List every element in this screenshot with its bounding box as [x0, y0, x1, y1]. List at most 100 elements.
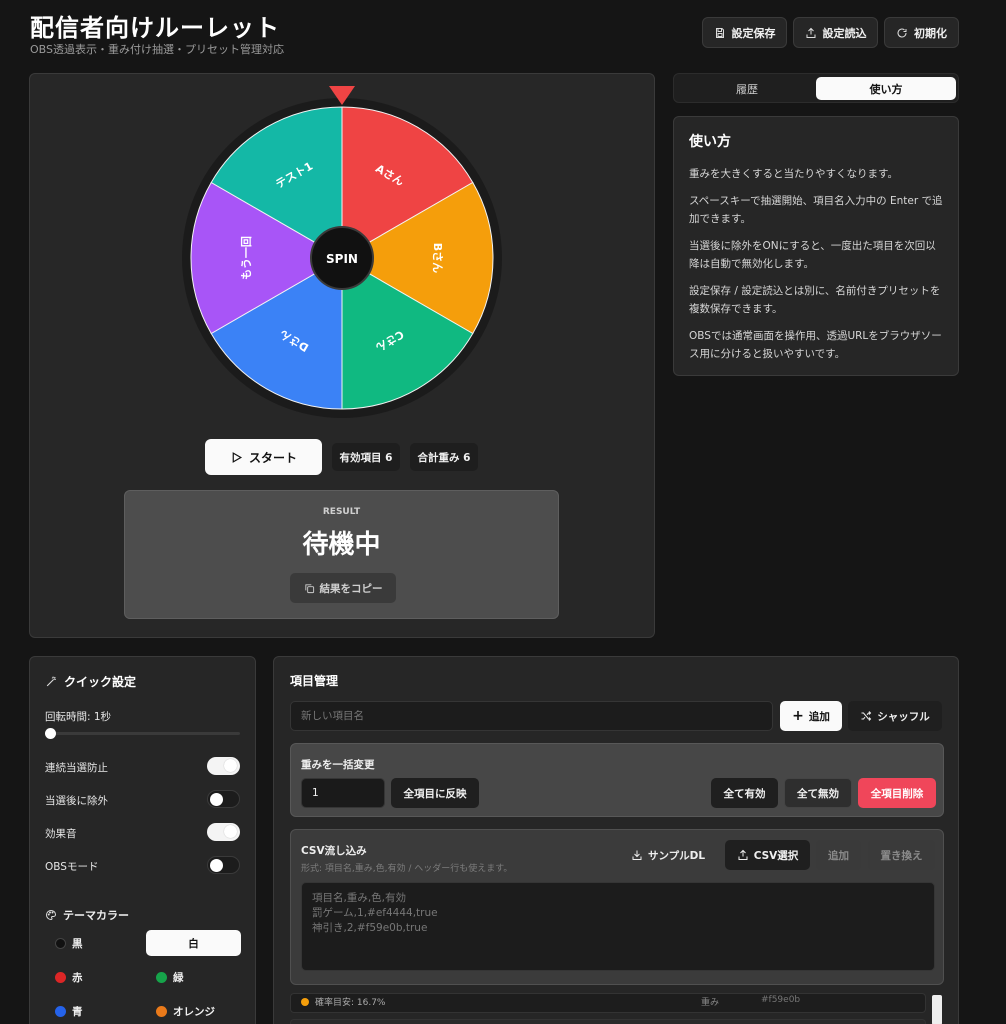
- theme-color-title-text: テーマカラー: [63, 909, 129, 922]
- theme-option-label: 白: [188, 937, 199, 950]
- howto-text-5: OBSでは通常画面を操作用、透過URLをブラウザソース用に分けると扱いやすいです…: [689, 330, 942, 360]
- quick-settings-title: クイック設定: [45, 673, 240, 690]
- wheel-segment-label: Bさん: [431, 243, 444, 273]
- theme-color-dot: [156, 1005, 167, 1017]
- theme-option-label: オレンジ: [173, 1005, 215, 1018]
- roulette-wheel[interactable]: AさんBさんCさんDさんもう一回テスト1 SPIN: [180, 84, 505, 419]
- theme-option[interactable]: 白: [146, 930, 241, 956]
- bulk-weight-title: 重みを一括変更: [301, 759, 375, 771]
- sample-download-label: サンプルDL: [647, 849, 706, 862]
- save-icon: [715, 27, 724, 38]
- tab-history[interactable]: 履歴: [677, 77, 817, 100]
- sound-effect-label: 効果音: [45, 828, 77, 840]
- sound-effect-toggle[interactable]: [207, 823, 240, 841]
- magic-wand-icon: [46, 676, 56, 687]
- tab-howto[interactable]: 使い方: [816, 77, 956, 100]
- total-weight-badge: 合計重み 6: [410, 443, 478, 471]
- play-icon: [232, 451, 243, 463]
- upload-icon: [738, 849, 748, 860]
- palette-icon: [46, 909, 57, 921]
- item-row-partial: 確率目安: 16.7% 重み #f59e0b: [290, 993, 926, 1013]
- spin-time-slider[interactable]: [45, 728, 240, 739]
- item-row-next: [290, 1019, 926, 1024]
- theme-color-dot: [156, 971, 167, 983]
- side-tabs: 履歴 使い方: [673, 73, 959, 103]
- theme-color-dot: [55, 937, 66, 949]
- new-item-input[interactable]: [290, 701, 773, 731]
- exclude-after-win-toggle[interactable]: [207, 790, 240, 808]
- item-management-panel: 項目管理 + 追加 シャッフル 重みを一括変更 全項目に反映 全て有効 全て無効…: [273, 656, 959, 1024]
- start-button[interactable]: スタート: [205, 439, 322, 475]
- page-title: 配信者向けルーレット: [30, 14, 280, 42]
- theme-option-label: 青: [72, 1005, 83, 1018]
- sample-download-button[interactable]: サンプルDL: [625, 840, 711, 870]
- apply-all-button[interactable]: 全項目に反映: [391, 778, 479, 808]
- save-settings-button[interactable]: 設定保存: [702, 17, 787, 48]
- enabled-count-badge: 有効項目 6: [332, 443, 400, 471]
- add-item-label: 追加: [808, 710, 830, 723]
- shuffle-icon: [861, 711, 872, 721]
- copy-result-label: 結果をコピー: [319, 582, 383, 595]
- csv-textarea[interactable]: [301, 882, 935, 971]
- theme-option[interactable]: 黒: [45, 930, 140, 956]
- howto-text-2: スペースキーで抽選開始、項目名入力中の Enter で追加できます。: [689, 195, 943, 225]
- quick-settings-panel: クイック設定 回転時間: 1秒 連続当選防止 当選後に除外 効果音 OBSモード…: [29, 656, 256, 1024]
- shuffle-label: シャッフル: [877, 710, 930, 723]
- plus-icon: +: [792, 708, 804, 724]
- start-label: スタート: [248, 450, 297, 465]
- wheel-segment-label: もう一回: [239, 236, 253, 280]
- theme-color-dot: [55, 1005, 66, 1017]
- howto-panel: 使い方 重みを大きくすると当たりやすくなります。 スペースキーで抽選開始、項目名…: [673, 116, 959, 376]
- howto-title: 使い方: [689, 134, 731, 150]
- copy-icon: [304, 583, 314, 593]
- theme-option-label: 緑: [173, 971, 184, 984]
- item-management-title: 項目管理: [290, 674, 339, 688]
- bulk-weight-input[interactable]: [301, 778, 385, 808]
- spin-time-slider-knob[interactable]: [45, 728, 56, 739]
- csv-title: CSV流し込み: [301, 845, 367, 857]
- item-weight-label: 重み: [701, 998, 720, 1008]
- copy-result-button[interactable]: 結果をコピー: [290, 573, 396, 603]
- csv-select-label: CSV選択: [753, 849, 799, 862]
- csv-select-button[interactable]: CSV選択: [725, 840, 810, 870]
- page-subtitle: OBS透過表示・重み付け抽選・プリセット管理対応: [30, 43, 284, 56]
- save-settings-label: 設定保存: [731, 26, 776, 40]
- howto-text-4: 設定保存 / 設定読込とは別に、名前付きプリセットを複数保存できます。: [689, 285, 941, 315]
- no-repeat-toggle[interactable]: [207, 757, 240, 775]
- shuffle-button[interactable]: シャッフル: [848, 701, 942, 731]
- load-settings-label: 設定読込: [822, 26, 867, 40]
- refresh-icon: [897, 28, 907, 38]
- obs-mode-toggle[interactable]: [207, 856, 240, 874]
- theme-option[interactable]: 緑: [146, 964, 241, 990]
- theme-option[interactable]: 青: [45, 998, 140, 1024]
- load-settings-button[interactable]: 設定読込: [793, 17, 878, 48]
- csv-replace-button[interactable]: 置き換え: [868, 840, 935, 870]
- download-icon: [632, 850, 642, 860]
- list-scrollbar[interactable]: [932, 995, 942, 1024]
- item-probability: 確率目安: 16.7%: [315, 998, 386, 1008]
- csv-hint: 形式: 項目名,重み,色,有効 / ヘッダー行も使えます。: [301, 864, 513, 874]
- delete-all-button[interactable]: 全項目削除: [858, 778, 936, 808]
- howto-text-1: 重みを大きくすると当たりやすくなります。: [689, 168, 898, 180]
- item-color-code: #f59e0b: [761, 995, 801, 1005]
- howto-text-3: 当選後に除外をONにすると、一度出た項目を次回以降は自動で無効化します。: [689, 240, 936, 270]
- reset-button[interactable]: 初期化: [884, 17, 959, 48]
- theme-color-dot: [55, 971, 66, 983]
- csv-add-button[interactable]: 追加: [816, 840, 861, 870]
- add-item-button[interactable]: + 追加: [780, 701, 842, 731]
- theme-option[interactable]: オレンジ: [146, 998, 241, 1024]
- theme-option[interactable]: 赤: [45, 964, 140, 990]
- obs-mode-label: OBSモード: [45, 861, 99, 873]
- enable-all-button[interactable]: 全て有効: [711, 778, 778, 808]
- upload-icon: [806, 27, 815, 38]
- no-repeat-label: 連続当選防止: [45, 762, 108, 774]
- result-value: 待機中: [302, 530, 381, 560]
- spin-time-label: 回転時間: 1秒: [45, 711, 112, 723]
- result-box: RESULT 待機中 結果をコピー: [124, 490, 559, 619]
- disable-all-button[interactable]: 全て無効: [784, 778, 852, 808]
- spin-center-label: SPIN: [326, 252, 358, 266]
- exclude-after-win-label: 当選後に除外: [45, 795, 108, 807]
- theme-color-title: テーマカラー: [45, 907, 129, 923]
- result-label: RESULT: [322, 507, 361, 517]
- quick-settings-title-text: クイック設定: [64, 675, 137, 689]
